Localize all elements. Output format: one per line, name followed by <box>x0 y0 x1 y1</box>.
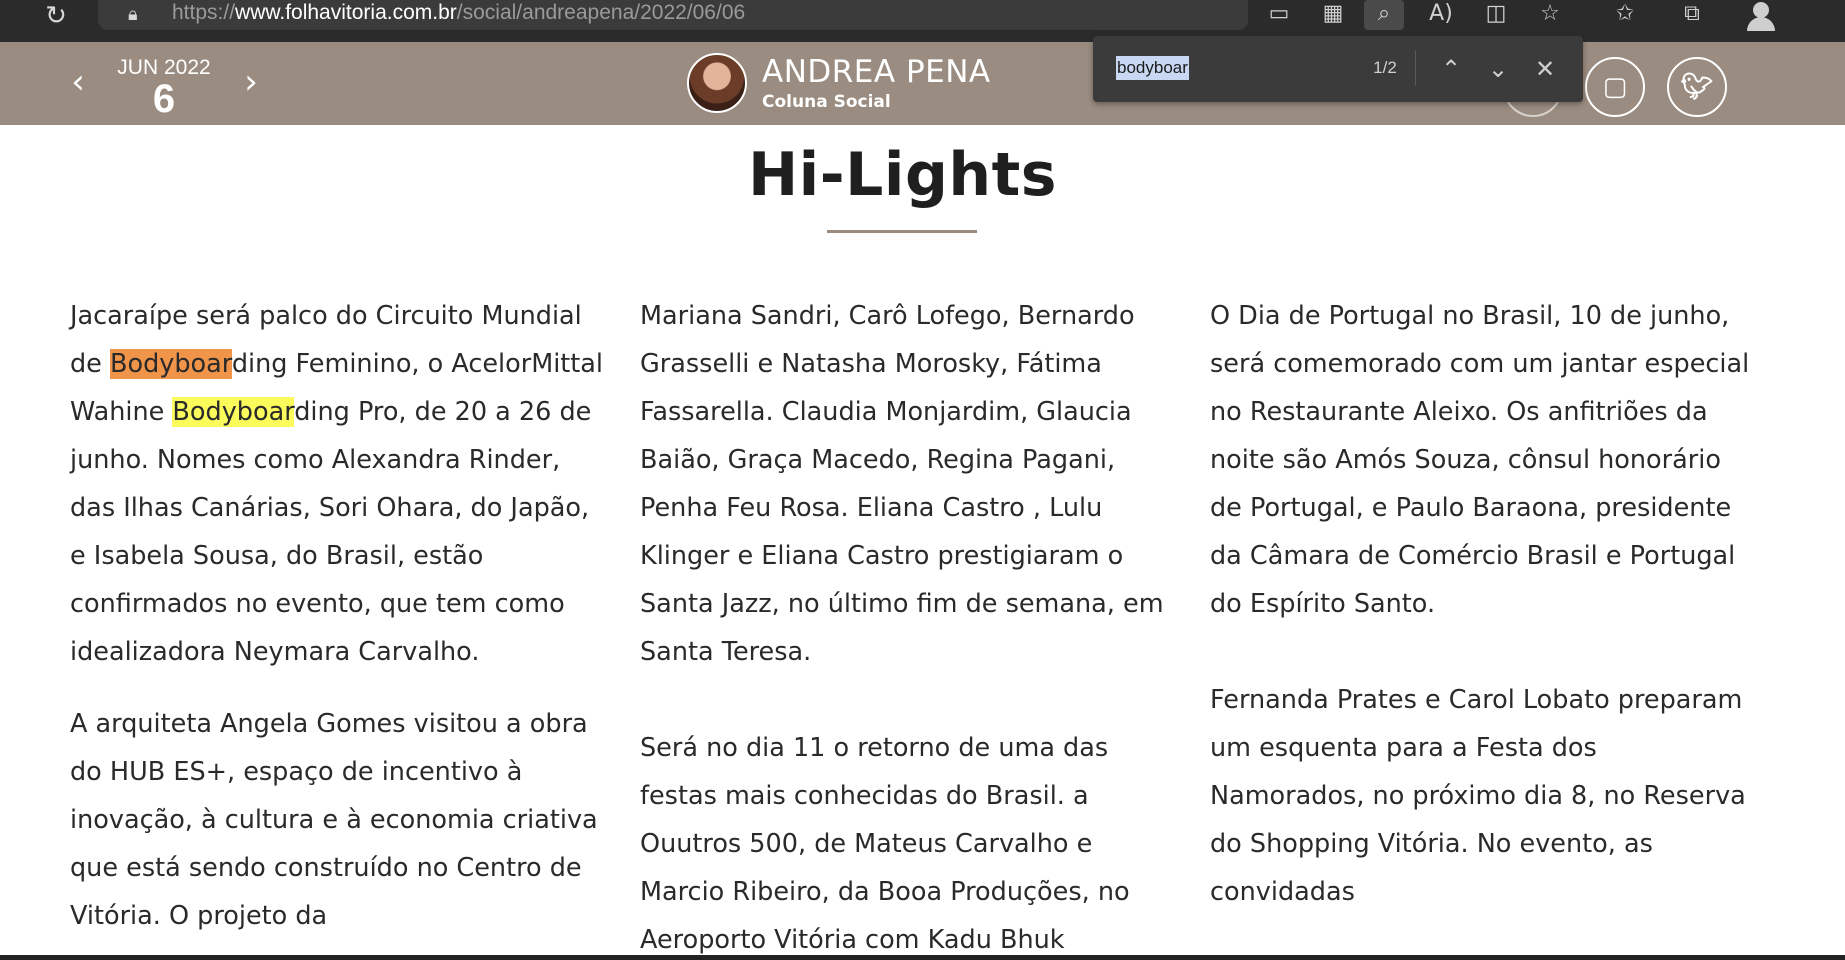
paragraph: O Dia de Portugal no Brasil, 10 de junho… <box>1210 301 1750 619</box>
find-icon[interactable]: ⌕ <box>1364 0 1404 30</box>
read-aloud-icon[interactable]: A) <box>1421 0 1461 30</box>
paragraph: Mariana Sandri, Carô Lofego, Bernardo Gr… <box>640 301 1164 667</box>
paragraph-text: ding Pro, de 20 a 26 de junho. Nomes com… <box>70 397 592 667</box>
url-host: www.folhavitoria.com.br <box>235 1 457 24</box>
article-column-2: Mariana Sandri, Carô Lofego, Bernardo Gr… <box>640 292 1180 960</box>
search-highlight: Bodyboar <box>172 397 295 427</box>
paragraph: A arquiteta Angela Gomes visitou a obra … <box>70 709 598 931</box>
devices-icon[interactable]: ▭ <box>1259 0 1299 30</box>
previous-match-icon[interactable]: ⌃ <box>1433 52 1469 86</box>
paragraph: Fernanda Prates e Carol Lobato preparam … <box>1210 685 1746 907</box>
author-name[interactable]: ANDREA PENA <box>762 54 991 90</box>
paragraph: Jacaraípe será palco do Circuito Mundial… <box>70 292 610 676</box>
lock-icon[interactable]: 🔒︎ <box>128 3 148 27</box>
add-favorite-icon[interactable]: ☆ <box>1530 0 1570 30</box>
instagram-icon[interactable]: ▢ <box>1585 57 1645 117</box>
page-title: Hi-Lights <box>747 140 1058 210</box>
find-bar: bodyboar 1/2 ⌃ ⌄ ✕ <box>1093 36 1583 102</box>
article-column-3: O Dia de Portugal no Brasil, 10 de junho… <box>1210 292 1750 940</box>
window-edge <box>0 955 1845 960</box>
url-prefix: https:// <box>172 1 236 24</box>
immersive-reader-icon[interactable]: ◫ <box>1476 0 1516 30</box>
twitter-icon[interactable]: 🐦︎ <box>1667 57 1727 117</box>
next-match-icon[interactable]: ⌄ <box>1480 52 1516 86</box>
apps-icon[interactable]: ▦ <box>1313 0 1353 30</box>
divider <box>1415 50 1416 86</box>
collections-icon[interactable]: ⧉ <box>1672 0 1712 30</box>
article-column-1: Jacaraípe será palco do Circuito Mundial… <box>70 292 610 960</box>
chevron-left-icon[interactable]: ‹ <box>63 62 93 102</box>
close-icon[interactable]: ✕ <box>1527 52 1563 86</box>
date-day: 6 <box>152 77 176 121</box>
find-match-count: 1/2 <box>1373 58 1397 77</box>
url-path: /social/andreapena/2022/06/06 <box>456 1 746 24</box>
url-text[interactable]: https://www.folhavitoria.com.br/social/a… <box>172 0 745 30</box>
author-subtitle: Coluna Social <box>762 92 891 112</box>
profile-icon[interactable] <box>1744 0 1778 31</box>
paragraph: Será no dia 11 o retorno de uma das fest… <box>640 733 1130 955</box>
avatar[interactable] <box>687 53 747 113</box>
search-highlight-current: Bodyboar <box>109 349 232 379</box>
title-divider <box>827 230 977 233</box>
reload-icon[interactable]: ↻ <box>38 2 74 32</box>
address-bar[interactable]: 🔒︎ https://www.folhavitoria.com.br/socia… <box>98 0 1248 30</box>
find-input[interactable]: bodyboar <box>1116 56 1189 80</box>
chevron-right-icon[interactable]: › <box>236 62 266 102</box>
favorites-icon[interactable]: ✩ <box>1605 0 1645 30</box>
